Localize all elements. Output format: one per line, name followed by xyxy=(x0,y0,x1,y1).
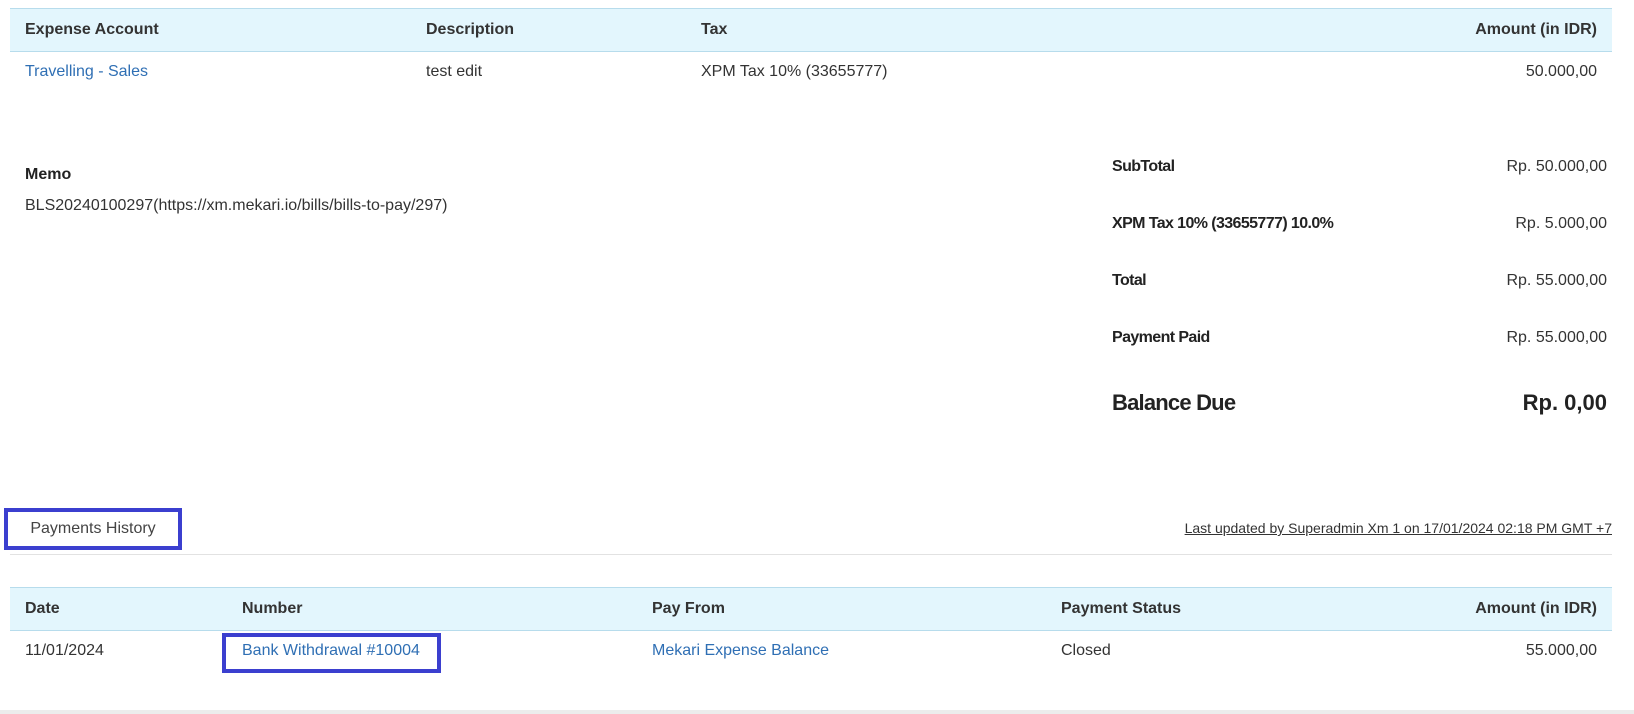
header-tax: Tax xyxy=(701,21,728,38)
payments-table-header: Date Number Pay From Payment Status Amou… xyxy=(10,587,1612,631)
total-value: Rp. 55.000,00 xyxy=(1506,272,1607,289)
row-description: test edit xyxy=(426,63,483,80)
tab-payments-history[interactable]: Payments History xyxy=(4,508,182,550)
header-date: Date xyxy=(25,600,60,617)
balance-due-value: Rp. 0,00 xyxy=(1522,390,1607,415)
subtotal-row: SubTotal Rp. 50.000,00 xyxy=(1112,150,1607,207)
payment-paid-row: Payment Paid Rp. 55.000,00 xyxy=(1112,321,1607,378)
row-tax: XPM Tax 10% (33655777) xyxy=(701,63,888,80)
header-amount: Amount (in IDR) xyxy=(1475,21,1597,38)
payment-status: Closed xyxy=(1061,642,1111,659)
payment-number-link[interactable]: Bank Withdrawal #10004 xyxy=(242,631,420,671)
header-payment-amount: Amount (in IDR) xyxy=(1475,600,1597,617)
totals-summary: SubTotal Rp. 50.000,00 XPM Tax 10% (3365… xyxy=(1112,150,1607,448)
row-amount: 50.000,00 xyxy=(1525,63,1597,80)
header-description: Description xyxy=(426,21,515,38)
tax-row: XPM Tax 10% (33655777) 10.0% Rp. 5.000,0… xyxy=(1112,207,1607,264)
header-pay-from: Pay From xyxy=(652,600,725,617)
last-updated-link[interactable]: Last updated by Superadmin Xm 1 on 17/01… xyxy=(1185,520,1612,536)
memo-label: Memo xyxy=(25,166,72,183)
total-label: Total xyxy=(1112,272,1147,289)
tab-bar-divider xyxy=(10,554,1612,555)
header-expense-account: Expense Account xyxy=(25,21,159,38)
tax-label: XPM Tax 10% (33655777) 10.0% xyxy=(1112,215,1334,232)
header-payment-status: Payment Status xyxy=(1061,600,1182,617)
expense-table-header: Expense Account Description Tax Amount (… xyxy=(10,8,1612,52)
payment-paid-label: Payment Paid xyxy=(1112,329,1210,346)
payment-amount: 55.000,00 xyxy=(1525,642,1597,659)
subtotal-label: SubTotal xyxy=(1112,158,1175,175)
payments-table: Date Number Pay From Payment Status Amou… xyxy=(10,587,1612,671)
payment-paid-value: Rp. 55.000,00 xyxy=(1506,329,1607,346)
expense-account-link[interactable]: Travelling - Sales xyxy=(25,52,148,92)
pay-from-link[interactable]: Mekari Expense Balance xyxy=(652,631,829,671)
table-row: 11/01/2024 Bank Withdrawal #10004 Mekari… xyxy=(10,631,1612,671)
payment-date: 11/01/2024 xyxy=(25,642,104,659)
page-bottom-strip xyxy=(0,710,1634,714)
balance-due-row: Balance Due Rp. 0,00 xyxy=(1112,378,1607,448)
memo-value: BLS20240100297(https://xm.mekari.io/bill… xyxy=(25,197,448,214)
balance-due-label: Balance Due xyxy=(1112,390,1236,415)
expense-table: Expense Account Description Tax Amount (… xyxy=(10,8,1612,92)
tax-value: Rp. 5.000,00 xyxy=(1515,215,1607,232)
table-row: Travelling - Sales test edit XPM Tax 10%… xyxy=(10,52,1612,92)
total-row: Total Rp. 55.000,00 xyxy=(1112,264,1607,321)
subtotal-value: Rp. 50.000,00 xyxy=(1506,158,1607,175)
header-number: Number xyxy=(242,600,303,617)
